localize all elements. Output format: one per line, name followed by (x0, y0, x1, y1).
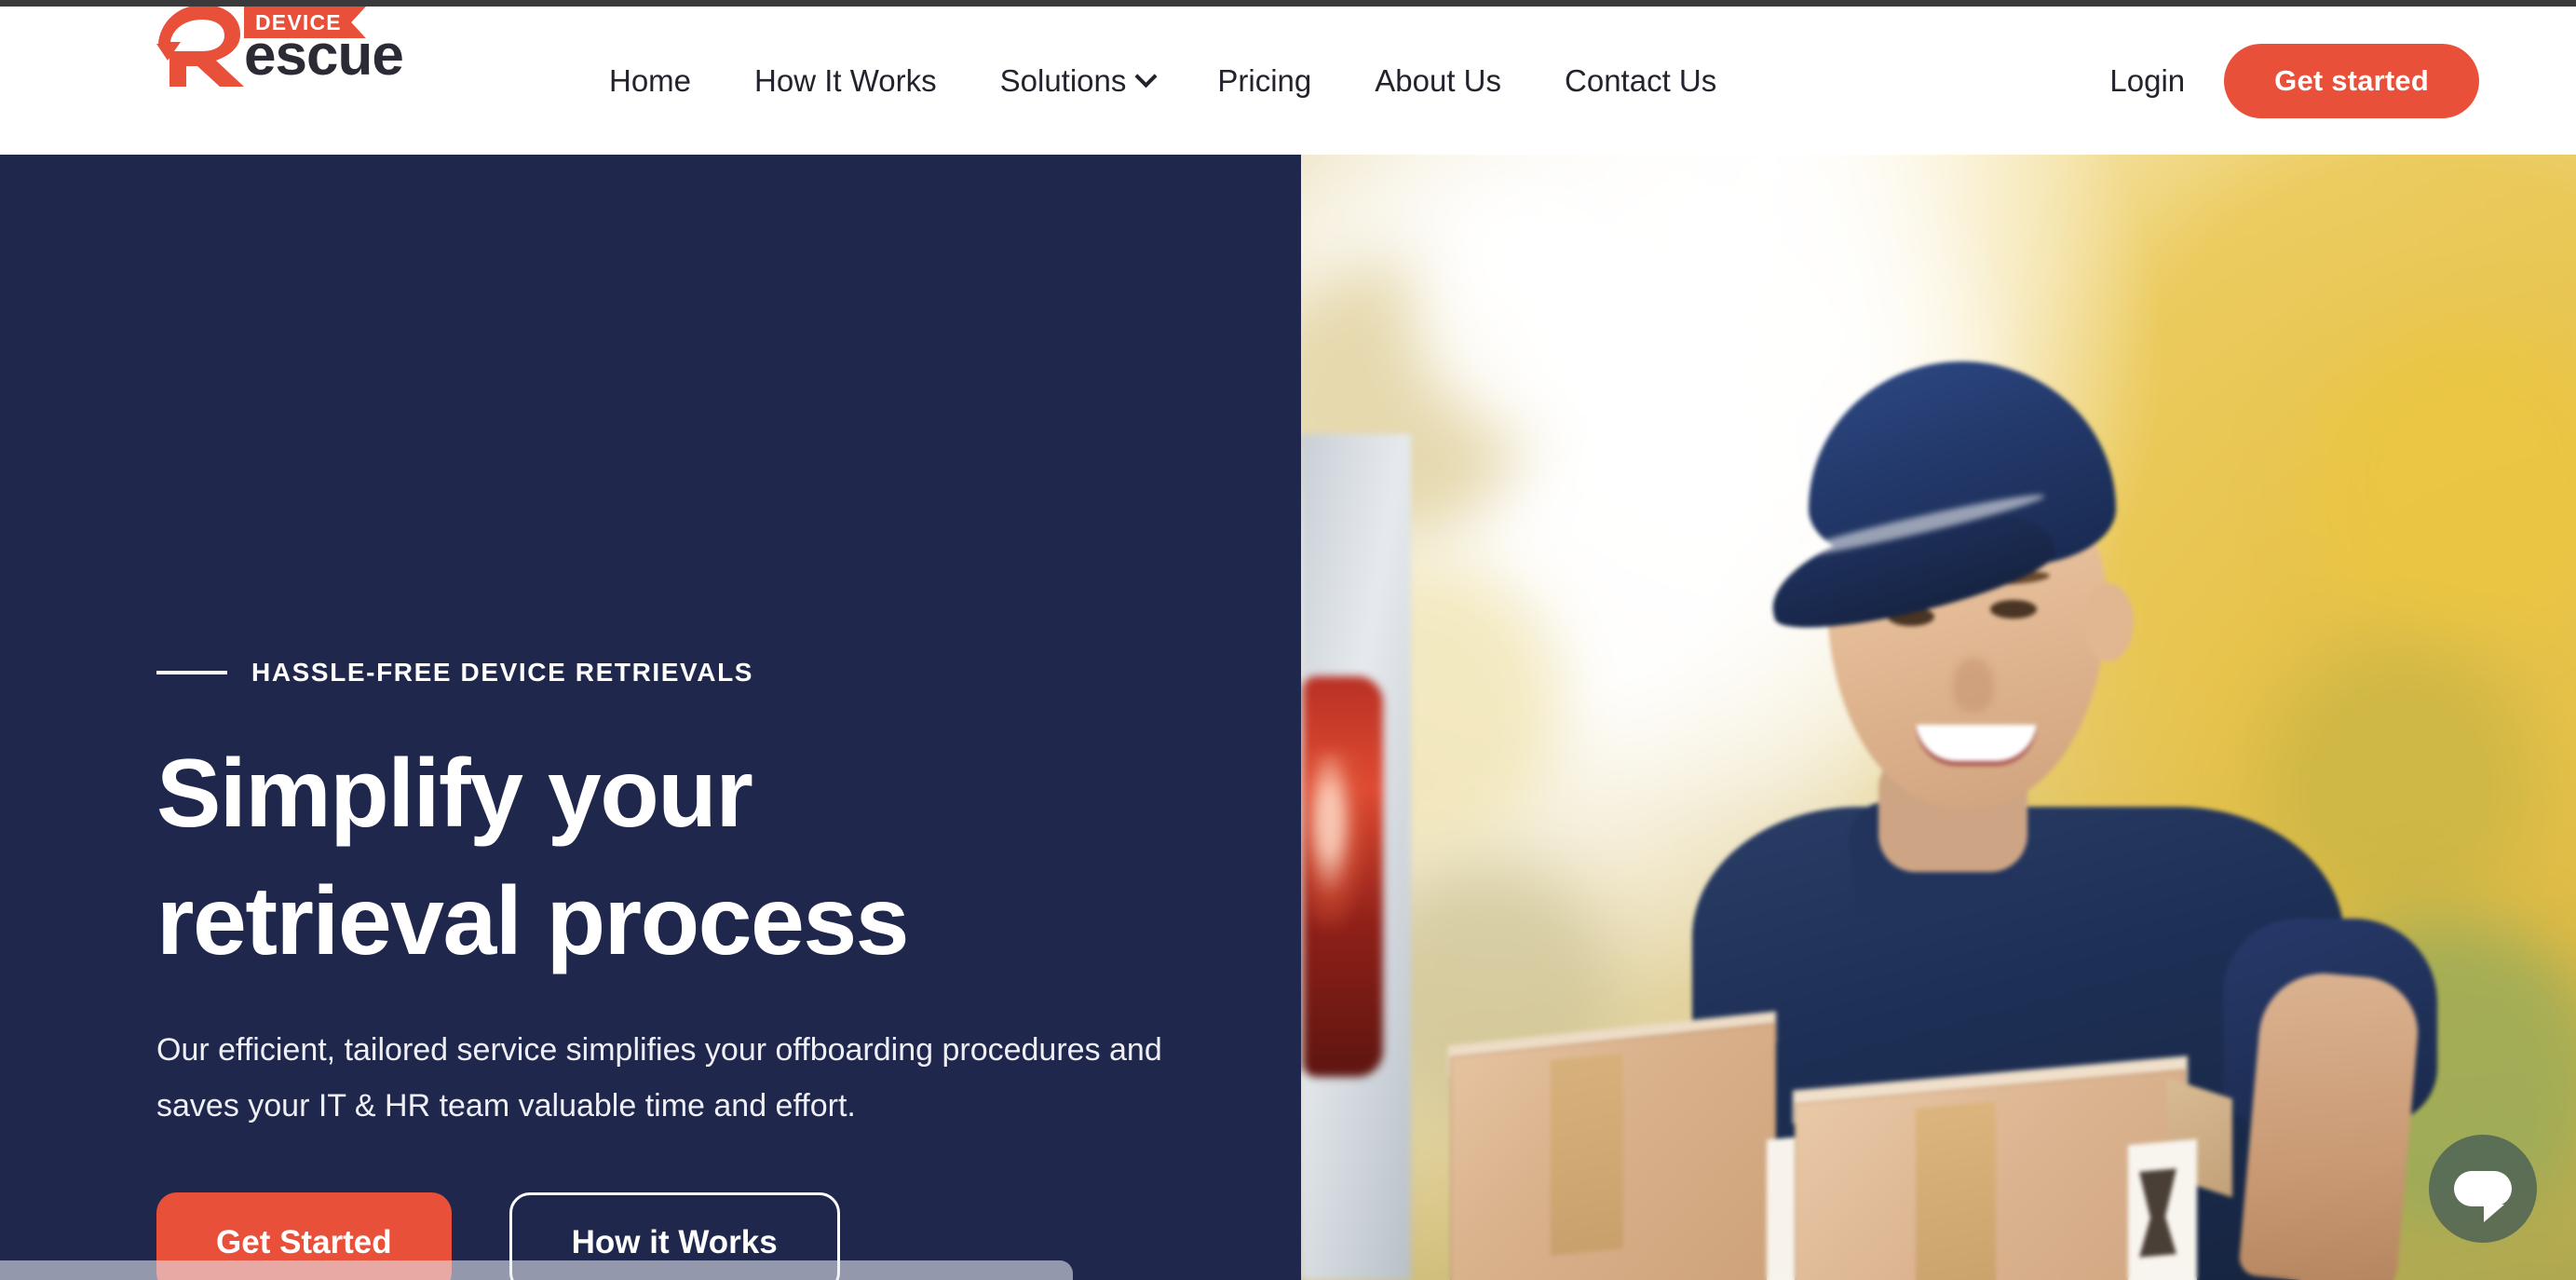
box-tape-strip (1916, 1101, 1996, 1280)
courier-nose (1953, 658, 1994, 712)
nav-label: About Us (1375, 62, 1502, 98)
nav-item-how-it-works[interactable]: How It Works (723, 63, 969, 99)
site-header: DEVICE escue Home How It Works Solutions… (0, 5, 2576, 155)
browser-chrome-bar (0, 0, 2576, 7)
nav-item-contact-us[interactable]: Contact Us (1533, 63, 1748, 99)
nav-label: How It Works (754, 62, 937, 98)
foliage-blur-blob (2306, 322, 2576, 639)
nav-item-about-us[interactable]: About Us (1343, 63, 1533, 99)
primary-navigation: Home How It Works Solutions Pricing Abou… (577, 7, 1748, 155)
eyebrow-rule (156, 671, 227, 674)
hero-cta-row: Get Started How it Works (156, 1191, 1255, 1280)
brand-logo[interactable]: DEVICE escue (155, 3, 404, 89)
nav-label: Contact Us (1565, 62, 1717, 98)
chevron-down-icon (1134, 65, 1158, 89)
nav-label: Home (609, 62, 692, 98)
hero-image (1301, 155, 2576, 1280)
hero-subtext: Our efficient, tailored service simplifi… (156, 1031, 1162, 1124)
chat-bubble-icon (2454, 1171, 2512, 1222)
nav-item-pricing[interactable]: Pricing (1186, 63, 1343, 99)
logo-wordmark: escue (244, 23, 404, 88)
rescue-r-logo-icon (156, 5, 244, 87)
box-tape-strip (1551, 1052, 1623, 1257)
nav-label: Pricing (1217, 62, 1312, 98)
header-get-started-button[interactable]: Get started (2224, 43, 2479, 118)
header-actions: Login Get started (2109, 7, 2479, 155)
hero-how-it-works-button[interactable]: How it Works (508, 1191, 840, 1280)
nav-item-home[interactable]: Home (577, 63, 723, 99)
courier-ear (2083, 583, 2134, 661)
courier-arm (2237, 968, 2423, 1280)
hero-content: HASSLE-FREE DEVICE RETRIEVALS Simplify y… (156, 658, 1255, 1280)
hero-get-started-button[interactable]: Get Started (156, 1191, 452, 1280)
foliage-blur-blob (1413, 192, 1655, 434)
hero-eyebrow: HASSLE-FREE DEVICE RETRIEVALS (156, 658, 1255, 688)
courier-eye-right (1990, 600, 2037, 619)
nav-label: Solutions (999, 62, 1127, 98)
nav-item-solutions[interactable]: Solutions (969, 63, 1186, 99)
login-link[interactable]: Login (2109, 63, 2185, 99)
van-taillight-glow (1307, 751, 1364, 928)
hero-section: HASSLE-FREE DEVICE RETRIEVALS Simplify y… (0, 155, 2576, 1280)
headline-line-1: Simplify your (156, 740, 753, 848)
eyebrow-label: HASSLE-FREE DEVICE RETRIEVALS (251, 658, 754, 687)
headline-line-2: retrieval process (156, 867, 910, 976)
chat-launcher-button[interactable] (2429, 1135, 2537, 1243)
hero-headline: Simplify your retrieval process (156, 730, 1255, 987)
